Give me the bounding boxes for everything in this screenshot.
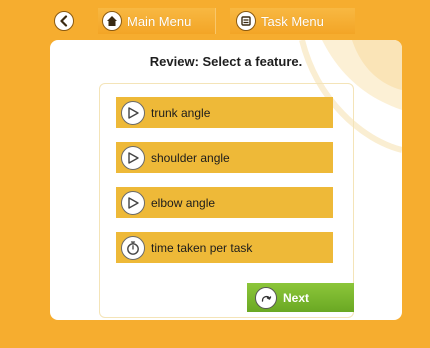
feature-label: trunk angle [151,105,211,120]
back-button[interactable] [54,8,74,34]
feature-label: shoulder angle [151,150,230,165]
feature-trunk-angle-button[interactable]: trunk angle [116,97,333,128]
angle-icon [121,100,145,125]
task-menu-label: Task Menu [261,13,324,29]
page-title: Review: Select a feature. [149,54,303,69]
task-list-icon [236,11,256,31]
app-screen: Main Menu Task Menu Review: Select a fea… [0,0,430,348]
feature-label: time taken per task [151,240,253,255]
review-panel: Review: Select a feature. trunk angle sh… [50,40,402,320]
angle-icon [121,190,145,215]
next-button[interactable]: Next [247,283,354,312]
feature-time-taken-button[interactable]: time taken per task [116,232,333,263]
top-toolbar: Main Menu Task Menu [48,8,358,34]
next-arrow-icon [255,286,277,309]
task-menu-button[interactable]: Task Menu [230,8,355,34]
feature-label: elbow angle [151,195,216,210]
main-menu-button[interactable]: Main Menu [98,8,216,34]
home-icon [102,11,122,31]
main-menu-label: Main Menu [127,13,192,29]
next-label: Next [283,290,310,305]
angle-icon [121,145,145,170]
back-arrow-icon [54,11,74,31]
feature-shoulder-angle-button[interactable]: shoulder angle [116,142,333,173]
feature-elbow-angle-button[interactable]: elbow angle [116,187,333,218]
stopwatch-icon [121,235,145,260]
